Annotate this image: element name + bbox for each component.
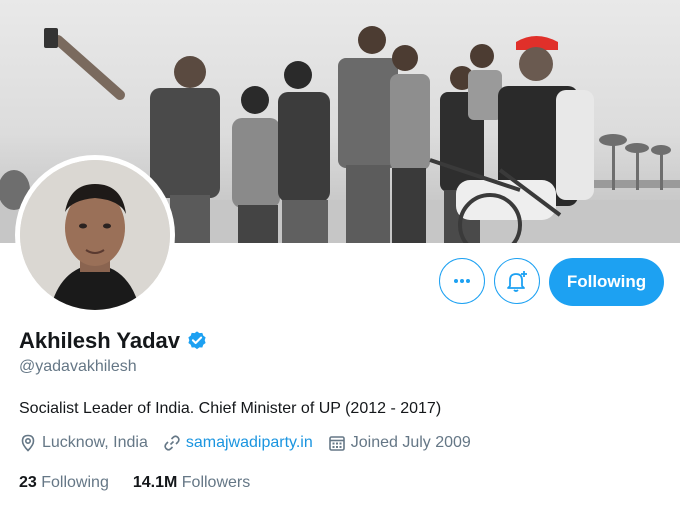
joined-item: Joined July 2009 — [328, 434, 471, 452]
bell-plus-icon — [507, 271, 527, 292]
profile-avatar[interactable] — [15, 155, 175, 315]
following-count: 23 — [19, 474, 42, 491]
profile-name-row: Akhilesh Yadav — [19, 328, 208, 354]
profile-name: Akhilesh Yadav — [19, 328, 181, 353]
following-stat[interactable]: 23 Following — [19, 474, 109, 492]
calendar-icon — [328, 436, 345, 451]
followers-stat[interactable]: 14.1M Followers — [133, 474, 250, 492]
website-link[interactable]: samajwadiparty.in — [186, 434, 313, 452]
followers-label: Followers — [181, 474, 251, 491]
location-item: Lucknow, India — [19, 434, 148, 452]
more-options-button[interactable] — [439, 258, 485, 304]
joined-text: Joined July 2009 — [350, 434, 471, 451]
location-text: Lucknow, India — [42, 434, 148, 451]
verified-badge-icon — [188, 331, 206, 350]
profile-stats: 23 Following 14.1M Followers — [19, 474, 274, 492]
location-pin-icon — [21, 434, 35, 452]
profile-meta: Lucknow, India samajwadiparty.in Joined … — [19, 434, 486, 452]
following-button[interactable]: Following — [549, 258, 664, 306]
followers-count: 14.1M — [132, 474, 182, 491]
link-icon — [164, 435, 180, 451]
profile-bio: Socialist Leader of India. Chief Ministe… — [19, 400, 442, 417]
following-label: Following — [41, 474, 109, 491]
website-item[interactable]: samajwadiparty.in — [163, 434, 313, 452]
more-horizontal-icon — [454, 279, 470, 283]
profile-handle: @yadavakhilesh — [19, 358, 137, 375]
avatar-photo — [20, 160, 170, 310]
notifications-button[interactable] — [494, 258, 540, 304]
